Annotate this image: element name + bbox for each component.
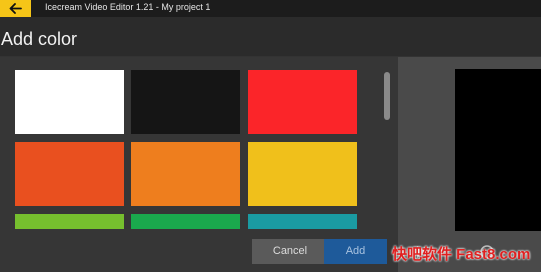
color-swatch-red[interactable]: [248, 70, 357, 134]
video-preview: [455, 69, 541, 231]
add-color-dialog: Cancel Add: [0, 57, 398, 272]
color-swatch-orange[interactable]: [131, 142, 240, 206]
page-title: Add color: [1, 29, 78, 49]
color-swatch-teal[interactable]: [248, 214, 357, 229]
watermark: 快吧软件 Fast8.com: [392, 246, 531, 263]
arrow-left-icon: [9, 3, 22, 14]
scrollbar-thumb[interactable]: [384, 72, 390, 120]
color-swatch-grid: [0, 57, 372, 229]
color-swatch-black[interactable]: [131, 70, 240, 134]
color-swatch-green[interactable]: [131, 214, 240, 229]
color-swatch-white[interactable]: [15, 70, 124, 134]
back-button[interactable]: [0, 0, 31, 17]
color-swatch-light-green[interactable]: [15, 214, 124, 229]
window-title: Icecream Video Editor 1.21 - My project …: [45, 2, 211, 12]
preview-panel: [398, 57, 541, 272]
cancel-button[interactable]: Cancel: [252, 239, 328, 264]
add-button[interactable]: Add: [324, 239, 387, 264]
color-swatch-yellow[interactable]: [248, 142, 357, 206]
color-swatch-orange-red[interactable]: [15, 142, 124, 206]
title-bar: Icecream Video Editor 1.21 - My project …: [0, 0, 541, 17]
